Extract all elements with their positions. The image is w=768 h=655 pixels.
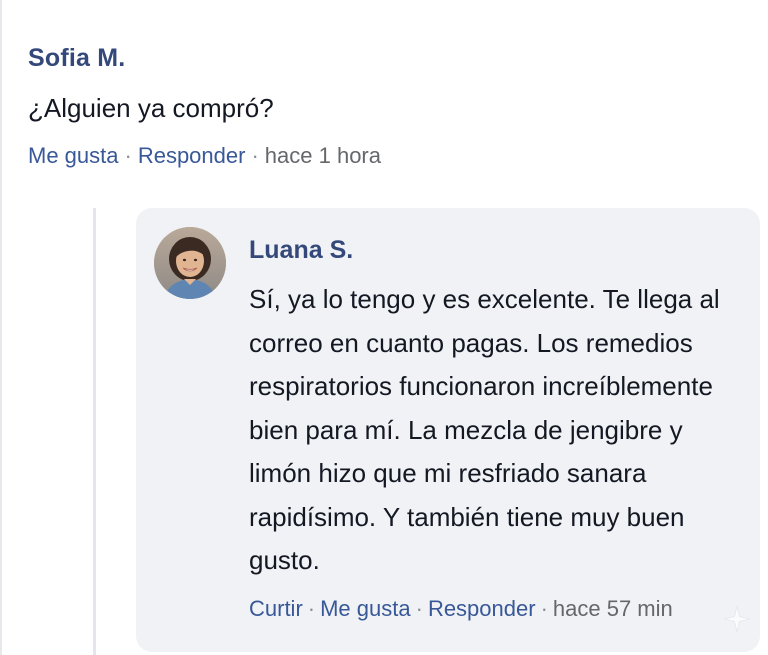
thread-line [93,208,96,655]
comment-thread: Sofia M. ¿Alguien ya compró? Me gusta · Re… [0,0,768,655]
separator-dot: · [124,143,132,168]
comment-text: ¿Alguien ya compró? [28,93,274,123]
user-avatar-icon [154,227,226,299]
parent-comment: Sofia M. ¿Alguien ya compró? Me gusta · Re… [28,40,381,172]
avatar[interactable] [154,227,226,299]
comment-actions: Me gusta · Responder · hace 1 hora [28,140,381,172]
share-link[interactable]: Curtir [249,596,303,621]
reply-link[interactable]: Responder [138,143,246,168]
reply-actions: Curtir · Me gusta · Responder · hace 57 min [249,593,749,625]
comment-timestamp[interactable]: hace 1 hora [265,143,381,168]
left-divider [0,0,2,655]
reply-comment: Luana S. Sí, ya lo tengo y es excelente.… [136,208,760,652]
comment-author[interactable]: Sofia M. [28,40,381,76]
separator-dot: · [251,143,259,168]
like-link[interactable]: Me gusta [28,143,119,168]
like-link[interactable]: Me gusta [320,596,411,621]
reply-timestamp[interactable]: hace 57 min [553,596,673,621]
reply-author[interactable]: Luana S. [249,232,749,268]
separator-dot: · [415,595,423,621]
separator-dot: · [307,595,316,621]
reply-text: Sí, ya lo tengo y es excelente. Te llega… [249,284,720,575]
reply-content: Luana S. Sí, ya lo tengo y es excelente.… [249,232,749,625]
separator-dot: · [540,595,548,621]
reply-link[interactable]: Responder [428,596,536,621]
sparkle-icon [723,605,751,633]
